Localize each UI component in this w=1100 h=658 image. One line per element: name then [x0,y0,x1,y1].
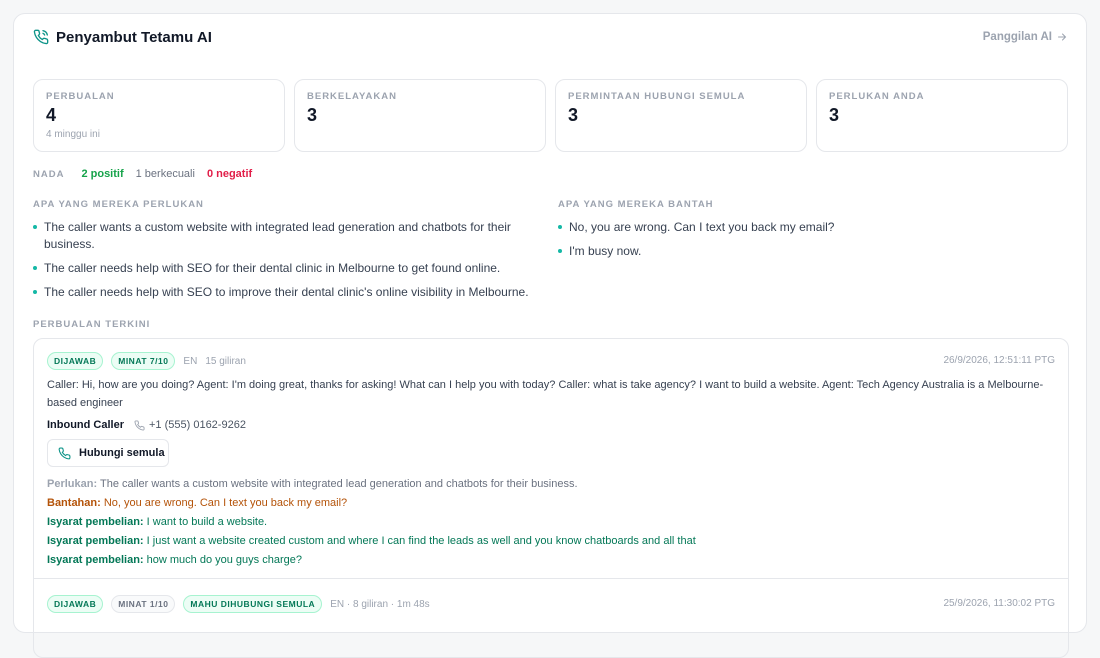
conversation-timestamp: 25/9/2026, 11:30:02 PTG [943,598,1055,609]
buying-signal-line: Isyarat pembelian: I just want a website… [47,532,696,551]
caller-number-text: +1 (555) 0162-9262 [149,419,246,431]
needs-heading: APA YANG MEREKA PERLUKAN [33,199,204,210]
callback-requested-badge: MAHU DIHUBUNGI SEMULA [183,595,323,613]
stat-value: 4 [46,105,57,125]
tone-neutral: 1 berkecuali [135,168,195,180]
callback-button[interactable]: Hubungi semula [47,439,169,467]
buying-signal-value: how much do you guys charge? [146,554,302,566]
buying-signal-value: I want to build a website. [146,516,268,528]
buying-signal-line: Isyarat pembelian: I want to build a web… [47,513,696,532]
tone-positive: 2 positif [81,168,124,180]
stat-value: 3 [829,105,840,125]
buying-signal-value: I just want a website created custom and… [146,535,696,547]
stat-value: 3 [568,105,579,125]
list-item: No, you are wrong. Can I text you back m… [558,219,1058,236]
conversation-details: Perlukan: The caller wants a custom webs… [47,475,696,570]
tone-negative: 0 negatif [206,168,253,180]
arrow-right-icon [1058,33,1067,41]
conversation-meta: EN · 8 giliran · 1m 48s [330,598,430,610]
stat-label: PERMINTAAN HUBUNGI SEMULA [568,91,746,102]
need-line: Perlukan: The caller wants a custom webs… [47,475,696,494]
stat-label: PERLUKAN ANDA [829,91,925,102]
caller-name: Inbound Caller [47,419,124,431]
list-item: I'm busy now. [558,243,1058,260]
ai-calls-link-label[interactable]: Panggilan AI [983,31,1052,43]
stat-label: BERKELAYAKAN [307,91,397,102]
ai-calls-link[interactable]: Panggilan AI [983,31,1068,43]
buying-signal-line: Isyarat pembelian: how much do you guys … [47,551,696,570]
stats-row: PERBUALAN 4 4 minggu ini BERKELAYAKAN 3 … [33,79,1068,152]
turns-count: 15 giliran [205,355,246,367]
need-value: The caller wants a custom website with i… [100,478,578,490]
buying-signal-key: Isyarat pembelian: [47,516,144,528]
need-key: Perlukan: [47,478,98,490]
list-item: The caller needs help with SEO for their… [33,260,533,277]
buying-signal-key: Isyarat pembelian: [47,535,144,547]
phone-icon [134,419,145,430]
stat-value: 3 [307,105,318,125]
conversation-badges: DIJAWAB MINAT 1/10 MAHU DIHUBUNGI SEMULA… [47,595,430,613]
page-title: Penyambut Tetamu AI [56,29,212,46]
caller-info: Inbound Caller +1 (555) 0162-9262 [47,419,246,431]
ai-receptionist-panel: Penyambut Tetamu AI Panggilan AI PERBUAL… [13,13,1087,658]
list-item: The caller wants a custom website with i… [33,219,533,253]
interest-badge: MINAT 1/10 [111,595,176,613]
list-item: The caller needs help with SEO to improv… [33,284,533,301]
objection-line: Bantahan: No, you are wrong. Can I text … [47,494,696,513]
stat-card-callback-requests: PERMINTAAN HUBUNGI SEMULA 3 [555,79,807,152]
answered-badge: DIJAWAB [47,595,104,613]
recent-conversations-heading: PERBUALAN TERKINI [33,319,151,330]
transcript-snippet: Caller: Hi, how are you doing? Agent: I'… [47,379,1044,409]
caller-number: +1 (555) 0162-9262 [134,419,246,431]
tone-label: NADA [33,169,65,180]
objections-list: No, you are wrong. Can I text you back m… [558,219,1058,267]
panel-header: Penyambut Tetamu AI Panggilan AI [14,14,1086,62]
conversation-badges: DIJAWAB MINAT 7/10 EN 15 giliran [47,352,246,370]
buying-signal-key: Isyarat pembelian: [47,554,144,566]
stat-card-conversations: PERBUALAN 4 4 minggu ini [33,79,285,152]
phone-icon [33,29,49,45]
objection-value: No, you are wrong. Can I text you back m… [103,497,348,509]
needs-list: The caller wants a custom website with i… [33,219,533,308]
answered-badge: DIJAWAB [47,352,104,370]
conversation-timestamp: 26/9/2026, 12:51:11 PTG [943,355,1055,366]
callback-button-label[interactable]: Hubungi semula [79,447,165,459]
language-label: EN [183,355,198,367]
conversation-card[interactable]: DIJAWAB MINAT 7/10 EN 15 giliran 26/9/20… [34,339,1068,579]
stat-card-qualified: BERKELAYAKAN 3 [294,79,546,152]
stat-card-needs-you: PERLUKAN ANDA 3 [816,79,1068,152]
objections-heading: APA YANG MEREKA BANTAH [558,199,714,210]
phone-icon [58,447,71,459]
conversation-card[interactable]: DIJAWAB MINAT 1/10 MAHU DIHUBUNGI SEMULA… [34,580,1068,657]
interest-badge: MINAT 7/10 [111,352,176,370]
tone-summary: NADA 2 positif 1 berkecuali 0 negatif [33,168,252,180]
recent-conversations-list: DIJAWAB MINAT 7/10 EN 15 giliran 26/9/20… [33,338,1069,658]
stat-subtext: 4 minggu ini [46,129,100,140]
stat-label: PERBUALAN [46,91,115,102]
objection-key: Bantahan: [47,497,101,509]
